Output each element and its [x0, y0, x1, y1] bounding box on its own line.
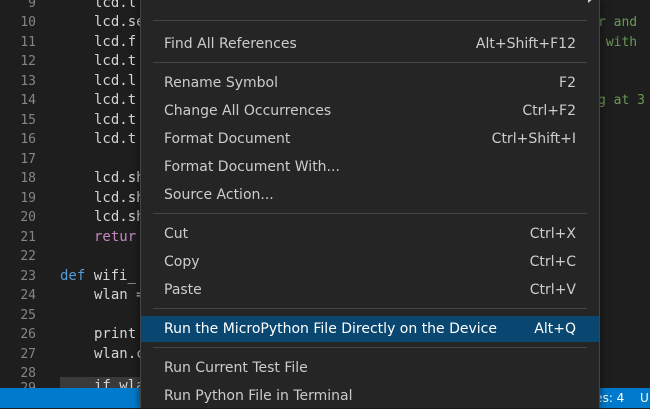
code-line: lcd.t — [94, 53, 137, 69]
line-number: 9 — [28, 0, 36, 11]
menu-item-label: Format Document With... — [164, 159, 340, 175]
code-line: lcd.sh — [94, 190, 145, 206]
menu-item-copy[interactable]: Copy Ctrl+C — [141, 249, 599, 275]
line-number: 18 — [20, 171, 36, 186]
line-number: 12 — [20, 54, 36, 69]
function-name: wifi_ — [93, 268, 136, 284]
menu-item-label: Rename Symbol — [164, 75, 279, 91]
code-comment: with — [598, 35, 638, 50]
code-line: lcd.t — [94, 92, 137, 108]
line-number: 19 — [20, 191, 36, 206]
menu-separator — [153, 213, 587, 214]
code-line: wlan = — [94, 287, 145, 303]
context-menu: Find All References Alt+Shift+F12 Rename… — [140, 0, 600, 408]
menu-item-label: Run Current Test File — [164, 360, 308, 376]
menu-item-shortcut: Ctrl+C — [529, 254, 576, 270]
menu-item-label: Copy — [164, 254, 200, 270]
line-number: 14 — [20, 93, 36, 108]
menu-item-label: Find All References — [164, 36, 297, 52]
menu-item-shortcut: Ctrl+F2 — [522, 103, 576, 119]
menu-item-format-document[interactable]: Format Document Ctrl+Shift+I — [141, 126, 599, 152]
def-keyword: def — [60, 268, 86, 284]
code-line-def: def wifi_ — [60, 267, 136, 286]
menu-item-cut[interactable]: Cut Ctrl+X — [141, 221, 599, 247]
menu-item-rename-symbol[interactable]: Rename Symbol F2 — [141, 70, 599, 96]
submenu-arrow-icon — [588, 0, 593, 3]
code-line: lcd.t — [94, 112, 137, 128]
menu-item-shortcut: Ctrl+V — [529, 282, 576, 298]
line-number: 20 — [20, 210, 36, 225]
menu-item-run-python-file-in-terminal[interactable]: Run Python File in Terminal — [141, 383, 599, 409]
menu-item-paste[interactable]: Paste Ctrl+V — [141, 277, 599, 303]
menu-item-format-document-with[interactable]: Format Document With... — [141, 154, 599, 180]
code-line: lcd.t — [94, 131, 137, 147]
line-number: 26 — [20, 327, 36, 342]
return-keyword: retur — [94, 229, 137, 245]
menu-item-run-current-test-file[interactable]: Run Current Test File — [141, 355, 599, 381]
menu-separator — [153, 20, 587, 21]
line-number: 21 — [20, 230, 36, 245]
menu-item-shortcut: Alt+Q — [534, 321, 576, 337]
code-line: lcd.sh — [94, 209, 145, 225]
menu-item-run-micropython-on-device[interactable]: Run the MicroPython File Directly on the… — [141, 316, 599, 342]
line-number: 16 — [20, 132, 36, 147]
line-number: 15 — [20, 113, 36, 128]
code-comment: g at 3 — [598, 93, 645, 108]
line-number: 27 — [20, 347, 36, 362]
menu-item-shortcut: F2 — [559, 75, 576, 91]
menu-separator — [153, 347, 587, 348]
line-number: 22 — [20, 249, 36, 264]
code-line: lcd.l — [94, 73, 137, 89]
code-line: lcd.l — [94, 0, 137, 11]
line-number: 10 — [20, 15, 36, 30]
code-comment: r and — [598, 15, 638, 30]
menu-item-label: Change All Occurrences — [164, 103, 332, 119]
menu-item-label: Run the MicroPython File Directly on the… — [164, 321, 497, 337]
line-number: 11 — [20, 35, 36, 50]
menu-item-source-action[interactable]: Source Action... — [141, 182, 599, 208]
code-line: print — [94, 326, 137, 342]
menu-separator — [153, 62, 587, 63]
encoding-status[interactable]: U — [640, 388, 649, 408]
menu-item-label: Run Python File in Terminal — [164, 388, 353, 404]
menu-separator — [153, 308, 587, 309]
code-line-return: retur — [94, 228, 136, 247]
code-line: lcd.f — [94, 34, 137, 50]
menu-item-shortcut: Alt+Shift+F12 — [475, 36, 576, 52]
code-line: lcd.sh — [94, 170, 145, 186]
line-number: 13 — [20, 74, 36, 89]
menu-item-label: Format Document — [164, 131, 291, 147]
menu-item-label: Paste — [164, 282, 202, 298]
menu-item-label: Cut — [164, 226, 189, 242]
menu-item-shortcut: Ctrl+X — [529, 226, 576, 242]
code-line: wlan.c — [94, 346, 145, 362]
line-number: 17 — [20, 152, 36, 167]
code-line: lcd.se — [94, 14, 145, 30]
line-number: 23 — [20, 269, 36, 284]
menu-item-change-all-occurrences[interactable]: Change All Occurrences Ctrl+F2 — [141, 98, 599, 124]
menu-item-shortcut: Ctrl+Shift+I — [491, 131, 576, 147]
line-number: 24 — [20, 288, 36, 303]
menu-item-label: Source Action... — [164, 187, 274, 203]
menu-item-find-all-references[interactable]: Find All References Alt+Shift+F12 — [141, 31, 599, 57]
line-number: 25 — [20, 308, 36, 323]
submenu-item-top[interactable] — [141, 0, 599, 12]
